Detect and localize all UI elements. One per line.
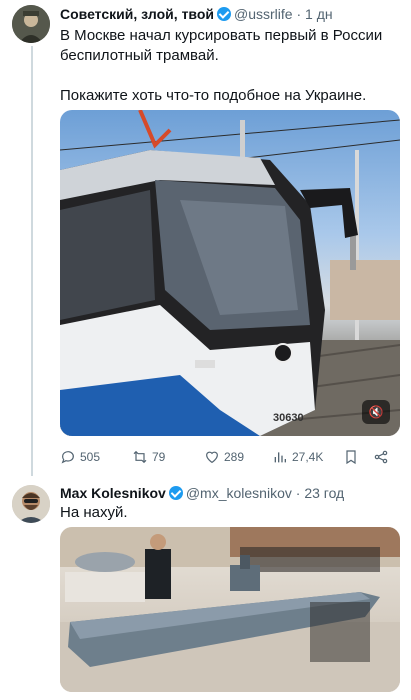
tweet-video-tram[interactable]: 30630 🔇	[60, 110, 400, 436]
views-chart-icon	[274, 452, 286, 463]
avatar-image	[12, 485, 50, 523]
author-handle[interactable]: @ussrlife	[234, 6, 293, 22]
reply-button[interactable]: 505	[60, 446, 100, 468]
avatar[interactable]	[12, 485, 50, 523]
tweet-text: На нахуй.	[60, 504, 128, 521]
tweet-text-line: беспилотный трамвай.	[60, 47, 219, 64]
speaker-muted-icon: 🔇	[368, 405, 384, 419]
tweet-text-line: Покажите хоть что-то подобное на Украине…	[60, 87, 367, 104]
reply-icon	[61, 451, 74, 464]
views-count: 27,4K	[292, 450, 324, 464]
separator: ·	[295, 485, 301, 501]
repost-button[interactable]: 79	[132, 446, 165, 468]
timestamp[interactable]: 23 год	[304, 485, 344, 501]
verified-badge-icon	[217, 7, 231, 21]
tram-number-plate: 30630	[273, 412, 304, 424]
bookmark-button[interactable]	[343, 446, 359, 468]
tweet-text-line: В Москве начал курсировать первый в Росс…	[60, 27, 383, 44]
tram-picture	[60, 110, 400, 436]
tweet-actions-bar: 505 79 289 27,4K	[60, 446, 400, 468]
separator: ·	[296, 6, 302, 22]
thread-connector-line	[31, 46, 33, 476]
heart-icon	[206, 451, 218, 464]
share-icon	[374, 450, 388, 464]
tweet-header: Советский, злой, твой @ussrlife · 1 дн	[60, 5, 333, 23]
repost-count: 79	[152, 450, 166, 464]
repost-icon	[133, 450, 147, 464]
tweet-header: Max Kolesnikov @mx_kolesnikov · 23 год	[60, 484, 344, 502]
avatar-image	[12, 5, 50, 43]
author-name[interactable]: Max Kolesnikov	[60, 485, 166, 501]
author-handle[interactable]: @mx_kolesnikov	[186, 485, 292, 501]
mute-button[interactable]: 🔇	[362, 400, 390, 424]
tweet-image-naval-drone[interactable]	[60, 527, 400, 692]
like-button[interactable]: 289	[204, 446, 244, 468]
views-button[interactable]: 27,4K	[272, 446, 323, 468]
avatar[interactable]	[12, 5, 50, 43]
timestamp[interactable]: 1 дн	[305, 6, 333, 22]
tweet-text: В Москве начал курсировать первый в Росс…	[60, 26, 382, 106]
author-name[interactable]: Советский, злой, твой	[60, 6, 214, 22]
verified-badge-icon	[168, 486, 183, 500]
share-button[interactable]	[373, 446, 389, 468]
like-count: 289	[224, 450, 245, 464]
naval-drone-picture	[60, 527, 400, 692]
reply-count: 505	[80, 450, 101, 464]
bookmark-icon	[346, 450, 356, 465]
